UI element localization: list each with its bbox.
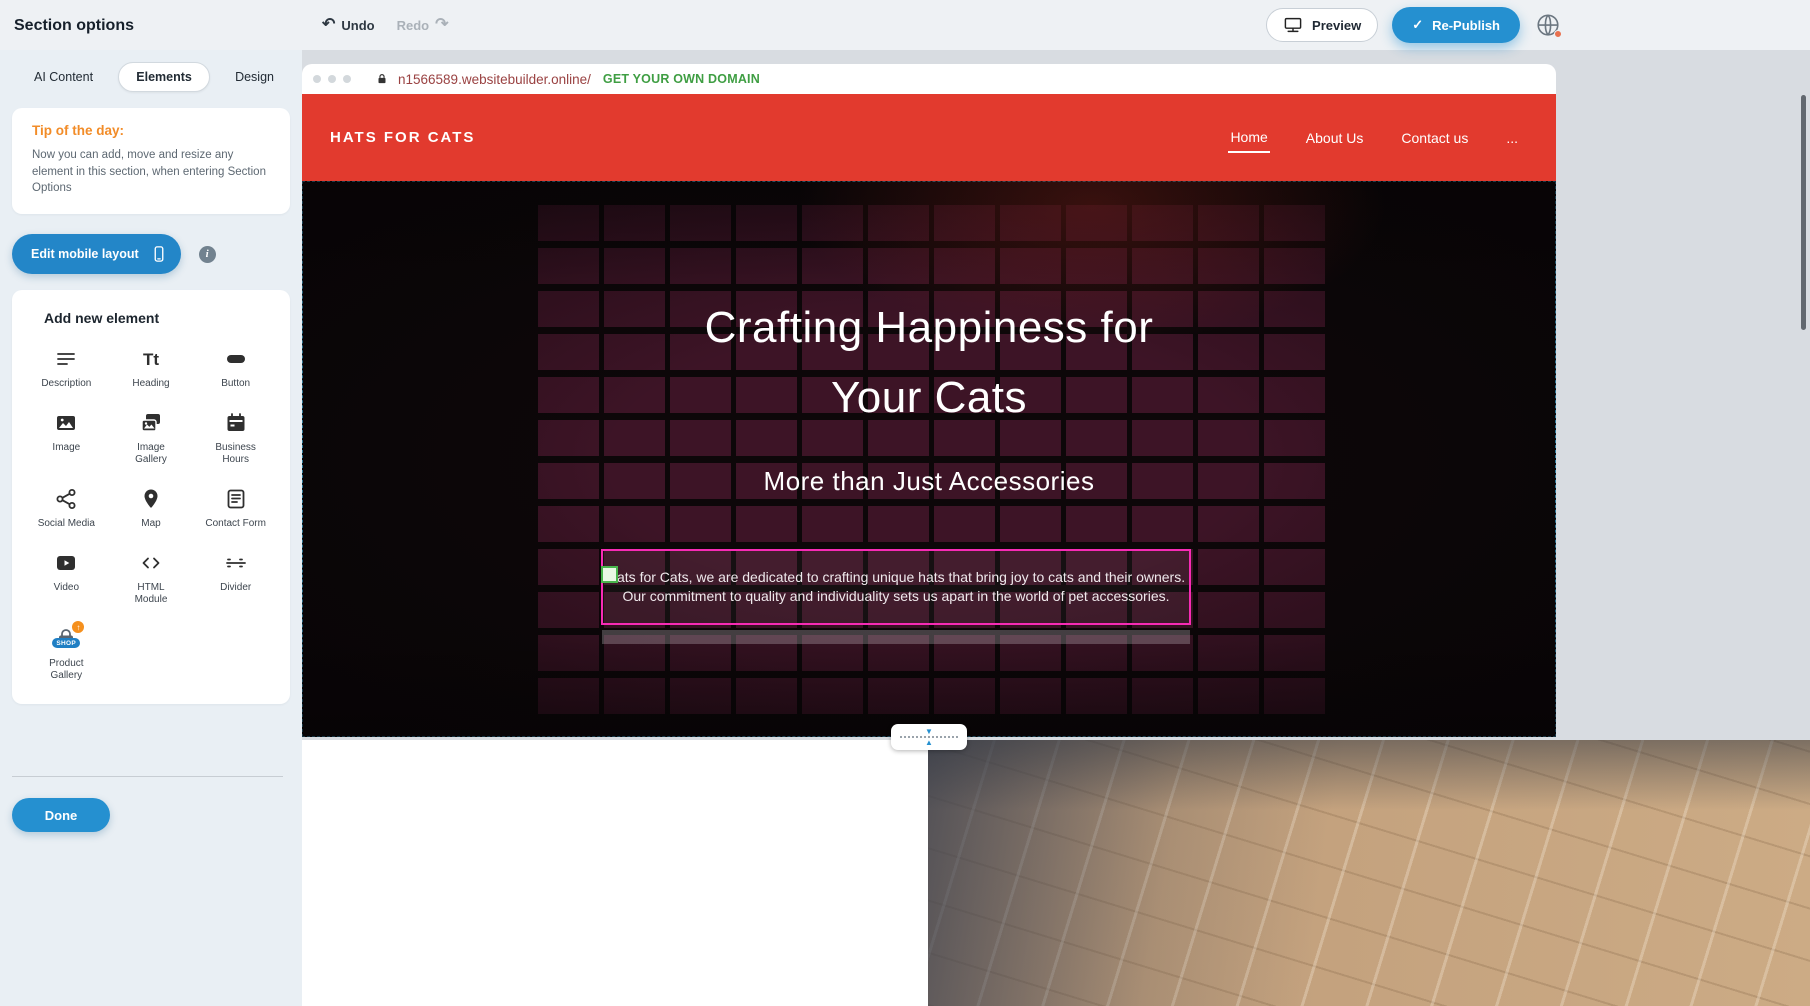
republish-button[interactable]: ✓ Re-Publish	[1392, 7, 1520, 43]
element-tile-social-media[interactable]: Social Media	[24, 478, 109, 538]
done-button[interactable]: Done	[12, 798, 110, 832]
app-header: Section options ↶ Undo Redo ↷ Preview ✓ …	[0, 0, 1810, 50]
next-section-photo[interactable]	[928, 740, 1810, 1006]
phone-icon	[150, 245, 168, 263]
button-icon	[224, 347, 248, 371]
sidebar-footer: Done	[0, 776, 302, 1006]
browser-chrome-bar: n1566589.websitebuilder.online/ GET YOUR…	[302, 64, 1556, 94]
element-tile-html-module[interactable]: HTML Module	[109, 542, 194, 614]
video-icon	[54, 551, 78, 575]
editor-canvas: n1566589.websitebuilder.online/ GET YOUR…	[302, 50, 1810, 1006]
nav-item-about-us[interactable]: About Us	[1304, 124, 1366, 152]
hero-subtitle[interactable]: More than Just Accessories	[302, 465, 1556, 497]
undo-button[interactable]: ↶ Undo	[322, 17, 375, 33]
edit-mobile-layout-button[interactable]: Edit mobile layout	[12, 234, 181, 274]
element-tile-video[interactable]: Video	[24, 542, 109, 614]
window-dot	[328, 75, 336, 83]
arrow-up-icon: ▲	[925, 739, 933, 746]
header-actions: Preview ✓ Re-Publish	[1266, 0, 1562, 50]
element-tile-image[interactable]: Image	[24, 402, 109, 474]
window-dot	[313, 75, 321, 83]
element-tile-divider[interactable]: Divider	[193, 542, 278, 614]
check-icon: ✓	[1412, 17, 1423, 33]
element-tile-heading[interactable]: Tt Heading	[109, 338, 194, 398]
element-hover-indicator	[602, 630, 1190, 644]
element-tile-map[interactable]: Map	[109, 478, 194, 538]
arrow-down-icon: ▼	[925, 728, 933, 735]
social-media-icon	[54, 487, 78, 511]
heading-icon: Tt	[139, 347, 163, 371]
info-icon[interactable]: i	[199, 246, 216, 263]
product-gallery-icon: SHOP ↑	[51, 627, 81, 651]
hero-body-line1: Hats for Cats, we are dedicated to craft…	[603, 568, 1189, 587]
undo-redo-group: ↶ Undo Redo ↷	[322, 0, 449, 50]
element-grid: Description Tt Heading Button Image Imag…	[24, 338, 278, 690]
window-dots	[313, 75, 351, 83]
undo-icon: ↶	[322, 17, 335, 33]
hero-body-selection[interactable]: Hats for Cats, we are dedicated to craft…	[601, 549, 1191, 625]
section-options-sidebar: AI Content Elements Design Tip of the da…	[0, 50, 302, 1006]
add-new-element-card: Add new element Description Tt Heading B…	[12, 290, 290, 704]
tip-body: Now you can add, move and resize any ele…	[32, 147, 267, 197]
preview-label: Preview	[1312, 18, 1361, 33]
element-tile-image-gallery[interactable]: Image Gallery	[109, 402, 194, 474]
undo-label: Undo	[341, 18, 374, 33]
nav-item-contact-us[interactable]: Contact us	[1399, 124, 1470, 152]
site-url[interactable]: n1566589.websitebuilder.online/	[398, 72, 591, 87]
nav-item-home[interactable]: Home	[1228, 123, 1269, 153]
resize-handle-left[interactable]	[601, 566, 618, 583]
divider-icon	[224, 551, 248, 575]
element-tile-business-hours[interactable]: Business Hours	[193, 402, 278, 474]
element-tile-description[interactable]: Description	[24, 338, 109, 398]
next-section-white-column[interactable]	[302, 740, 928, 1006]
section-resize-handle[interactable]: ▼ ▲	[891, 724, 967, 750]
upgrade-dot-icon: ↑	[72, 621, 84, 633]
element-tile-contact-form[interactable]: Contact Form	[193, 478, 278, 538]
hero-title[interactable]: Crafting Happiness for Your Cats	[302, 293, 1556, 433]
element-tile-button[interactable]: Button	[193, 338, 278, 398]
sidebar-divider	[12, 776, 283, 777]
tip-title: Tip of the day:	[32, 123, 272, 138]
sidebar-tabs: AI Content Elements Design	[0, 50, 302, 98]
page-title: Section options	[14, 17, 134, 35]
edit-mobile-label: Edit mobile layout	[31, 247, 139, 261]
add-new-element-title: Add new element	[44, 310, 278, 326]
image-gallery-icon	[139, 411, 163, 435]
hero-body-line2: Our commitment to quality and individual…	[603, 587, 1189, 606]
lock-icon	[375, 72, 389, 86]
tab-design[interactable]: Design	[231, 63, 278, 91]
contact-form-icon	[224, 487, 248, 511]
preview-button[interactable]: Preview	[1266, 8, 1378, 42]
tab-ai-content[interactable]: AI Content	[30, 63, 97, 91]
nav-item-more[interactable]: ...	[1504, 124, 1520, 152]
business-hours-icon	[224, 411, 248, 435]
description-icon	[54, 347, 78, 371]
edit-mobile-row: Edit mobile layout i	[12, 234, 290, 274]
redo-icon: ↷	[435, 17, 448, 33]
shop-badge: SHOP	[52, 638, 80, 648]
redo-label: Redo	[397, 18, 430, 33]
html-module-icon	[139, 551, 163, 575]
get-your-own-domain-link[interactable]: GET YOUR OWN DOMAIN	[603, 72, 760, 86]
site-header[interactable]: HATS FOR CATS Home About Us Contact us .…	[302, 94, 1556, 181]
map-icon	[139, 487, 163, 511]
monitor-icon	[1283, 17, 1303, 33]
element-tile-product-gallery[interactable]: SHOP ↑ Product Gallery	[24, 618, 109, 690]
site-logo[interactable]: HATS FOR CATS	[330, 129, 475, 146]
tip-of-the-day-card: Tip of the day: Now you can add, move an…	[12, 108, 290, 214]
notification-dot	[1554, 30, 1562, 38]
language-globe-button[interactable]	[1534, 11, 1562, 39]
canvas-scrollbar[interactable]	[1801, 95, 1806, 330]
window-dot	[343, 75, 351, 83]
republish-label: Re-Publish	[1432, 18, 1500, 33]
tab-elements[interactable]: Elements	[118, 62, 210, 92]
image-icon	[54, 411, 78, 435]
hero-section-selected[interactable]: Crafting Happiness for Your Cats More th…	[302, 181, 1556, 737]
site-nav: Home About Us Contact us ...	[1228, 94, 1520, 181]
redo-button[interactable]: Redo ↷	[397, 17, 449, 33]
